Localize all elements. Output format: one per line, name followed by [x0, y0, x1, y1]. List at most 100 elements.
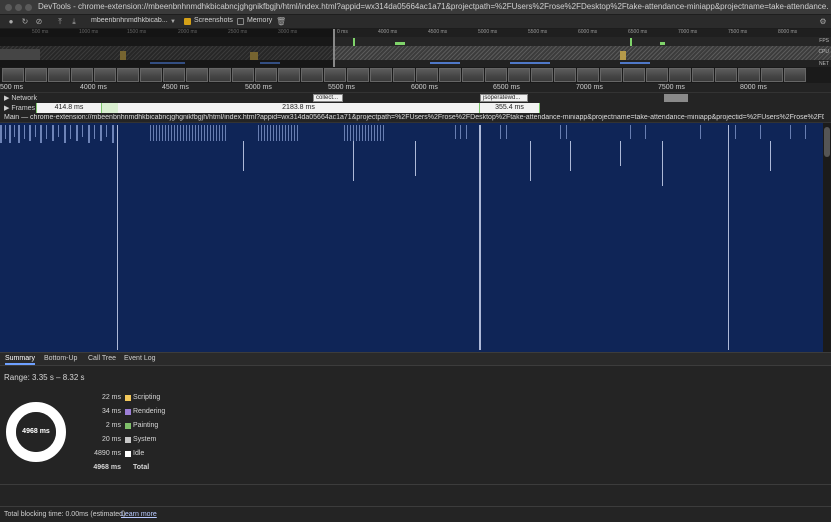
frames-track[interactable]: ▶ Frames 414.8 ms 2183.8 ms 355.4 ms: [0, 103, 831, 113]
frame-segment[interactable]: 355.4 ms: [480, 103, 540, 113]
network-request-bar[interactable]: jsoperatewd...: [480, 94, 528, 102]
screenshot-thumbnail[interactable]: [715, 68, 737, 82]
main-thread-header[interactable]: Main — chrome-extension://mbeenbnhnmdhkb…: [0, 113, 831, 123]
chevron-down-icon[interactable]: ▼: [168, 17, 178, 27]
memory-label: Memory: [247, 17, 273, 24]
screenshot-thumbnail[interactable]: [600, 68, 622, 82]
timeline-overview[interactable]: 500 ms 1000 ms 1500 ms 2000 ms 2500 ms 3…: [0, 29, 831, 67]
screenshot-thumbnail[interactable]: [416, 68, 438, 82]
screenshot-thumbnail[interactable]: [278, 68, 300, 82]
minimize-window-button[interactable]: [15, 4, 22, 11]
legend-name: Idle: [133, 450, 145, 457]
reload-icon[interactable]: ↻: [20, 17, 30, 27]
close-window-button[interactable]: [5, 4, 12, 11]
screenshot-thumbnail[interactable]: [761, 68, 783, 82]
record-icon[interactable]: ●: [6, 17, 16, 27]
screenshot-thumbnail[interactable]: [255, 68, 277, 82]
gear-icon[interactable]: ⚙: [818, 17, 828, 27]
legend-swatch: [125, 409, 131, 415]
screenshot-thumbnail[interactable]: [439, 68, 461, 82]
legend-swatch: [125, 437, 131, 443]
legend-value: 4968 ms: [93, 464, 121, 471]
frame-segment[interactable]: 2183.8 ms: [118, 103, 480, 113]
overview-tick: 6500 ms: [628, 29, 648, 35]
status-bar: Total blocking time: 0.00ms (estimated) …: [0, 506, 831, 522]
screenshot-filmstrip[interactable]: [0, 67, 831, 83]
screenshot-thumbnail[interactable]: [462, 68, 484, 82]
legend-row-idle: 4890 ms Idle: [86, 448, 246, 462]
learn-more-link[interactable]: Learn more: [121, 511, 157, 518]
overview-tick: 6000 ms: [578, 29, 598, 35]
main-thread-flame-chart[interactable]: [0, 123, 831, 352]
zoom-window-button[interactable]: [25, 4, 32, 11]
screenshot-thumbnail[interactable]: [71, 68, 93, 82]
overview-tick: 5500 ms: [528, 29, 548, 35]
network-request-bar[interactable]: collect...: [313, 94, 343, 102]
screenshot-thumbnail[interactable]: [669, 68, 691, 82]
screenshot-thumbnail[interactable]: [209, 68, 231, 82]
screenshot-thumbnail[interactable]: [2, 68, 24, 82]
clear-icon[interactable]: ⊘: [34, 17, 44, 27]
window-title-bar: DevTools - chrome-extension://mbeenbnhnm…: [0, 0, 831, 15]
screenshot-thumbnail[interactable]: [347, 68, 369, 82]
summary-legend: 22 ms Scripting 34 ms Rendering 2 ms Pai…: [86, 392, 246, 476]
legend-value: 4890 ms: [94, 450, 121, 457]
legend-name: Rendering: [133, 408, 166, 415]
screenshot-thumbnail[interactable]: [48, 68, 70, 82]
network-request-bar-unlabeled[interactable]: [664, 94, 688, 102]
screenshot-thumbnail[interactable]: [784, 68, 806, 82]
network-track[interactable]: ▶ Network collect... jsoperatewd...: [0, 93, 831, 103]
tab-event-log[interactable]: Event Log: [124, 355, 156, 362]
screenshot-thumbnail[interactable]: [508, 68, 530, 82]
screenshot-thumbnail[interactable]: [531, 68, 553, 82]
screenshot-thumbnail[interactable]: [554, 68, 576, 82]
legend-value: 20 ms: [101, 436, 121, 443]
screenshot-thumbnail[interactable]: [738, 68, 760, 82]
screenshot-thumbnail[interactable]: [301, 68, 323, 82]
flame-chart-scrollbar[interactable]: [823, 123, 831, 352]
screenshot-thumbnail[interactable]: [140, 68, 162, 82]
ruler-tick: 4000 ms: [80, 84, 107, 91]
ruler-tick: 5000 ms: [245, 84, 272, 91]
overview-tick: 0 ms: [337, 29, 348, 35]
donut-total-label: 4968 ms: [22, 428, 50, 435]
screenshot-thumbnail[interactable]: [186, 68, 208, 82]
screenshot-thumbnail[interactable]: [324, 68, 346, 82]
frame-gap: [102, 103, 118, 113]
screenshots-checkbox[interactable]: [184, 18, 191, 25]
download-icon[interactable]: ⤓: [69, 17, 79, 27]
tab-call-tree[interactable]: Call Tree: [88, 355, 116, 362]
memory-checkbox[interactable]: [237, 18, 244, 25]
screenshot-thumbnail[interactable]: [94, 68, 116, 82]
screenshot-thumbnail[interactable]: [117, 68, 139, 82]
screenshot-thumbnail[interactable]: [393, 68, 415, 82]
screenshot-thumbnail[interactable]: [692, 68, 714, 82]
screenshot-thumbnail[interactable]: [370, 68, 392, 82]
network-track-label[interactable]: ▶ Network: [4, 94, 37, 102]
frames-track-label[interactable]: ▶ Frames: [4, 104, 35, 112]
screenshot-thumbnail[interactable]: [25, 68, 47, 82]
ruler-tick: 5500 ms: [328, 84, 355, 91]
overview-selection-handle[interactable]: [333, 29, 335, 67]
legend-row-system: 20 ms System: [86, 434, 246, 448]
screenshot-thumbnail[interactable]: [485, 68, 507, 82]
profile-select[interactable]: mbeenbnhnmdhkbicab...: [91, 17, 171, 27]
screenshot-thumbnail[interactable]: [232, 68, 254, 82]
legend-name: Total: [133, 464, 150, 471]
frame-segment[interactable]: 414.8 ms: [36, 103, 102, 113]
ruler-tick: 7000 ms: [576, 84, 603, 91]
screenshot-thumbnail[interactable]: [623, 68, 645, 82]
trash-icon[interactable]: 🗑: [276, 17, 286, 27]
upload-icon[interactable]: ⤒: [55, 17, 65, 27]
screenshot-thumbnail[interactable]: [646, 68, 668, 82]
overview-tick: 8000 ms: [778, 29, 798, 35]
overview-unselected-region: [0, 29, 333, 67]
screenshot-thumbnail[interactable]: [577, 68, 599, 82]
ruler-tick: 6500 ms: [493, 84, 520, 91]
tab-summary[interactable]: Summary: [5, 355, 35, 365]
legend-name: System: [133, 436, 157, 443]
scrollbar-thumb[interactable]: [824, 127, 830, 157]
cpu-label: CPU: [818, 49, 829, 55]
tab-bottom-up[interactable]: Bottom-Up: [44, 355, 77, 362]
screenshot-thumbnail[interactable]: [163, 68, 185, 82]
